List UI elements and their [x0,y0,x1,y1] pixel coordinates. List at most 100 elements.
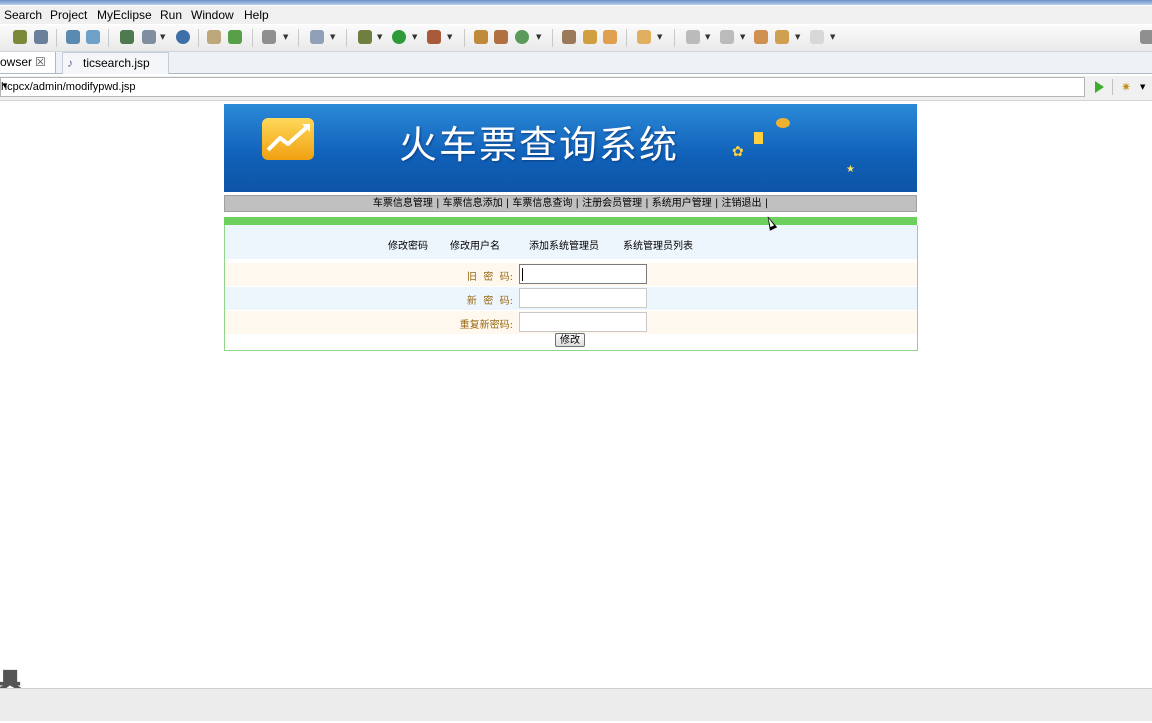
toolbar-separator [626,29,627,47]
back-arrow-icon[interactable] [775,30,789,44]
new-class-icon[interactable] [494,30,508,44]
search-folder-icon[interactable] [637,30,651,44]
tab-label: owser [0,55,33,69]
go-icon[interactable] [1095,81,1104,93]
chart-logo-icon [262,118,314,160]
site-title: 火车票查询系统 [399,123,680,167]
run-icon[interactable] [392,30,406,44]
form-row-old-password: 旧 密 码: [225,263,917,286]
chevron-down-icon[interactable]: ▼ [657,33,662,41]
chevron-down-icon[interactable]: ▼ [1140,83,1145,91]
old-password-field[interactable] [519,264,647,284]
link-modify-username[interactable]: 修改用户名 [450,237,500,252]
main-toolbar: ▼ ▼ ▼ ▼ ▼ ▼ ▼ ▼ ▼ ▼ ▼ ▼ [0,25,1152,52]
chevron-down-icon[interactable]: ▼ [705,33,710,41]
new-server-icon[interactable] [13,30,27,44]
chevron-down-icon[interactable]: ▼ [330,33,335,41]
modify-password-panel: 修改密码 修改用户名 添加系统管理员 系统管理员列表 旧 密 码: 新 密 码:… [224,225,918,351]
toolbar-separator [1112,79,1113,95]
debug-icon[interactable] [358,30,372,44]
modify-button[interactable]: 修改 [555,333,585,347]
chevron-down-icon[interactable]: ▼ [283,33,288,41]
previous-annotation-icon[interactable] [720,30,734,44]
forward-arrow-icon[interactable] [810,30,824,44]
new-file-icon[interactable] [142,30,156,44]
last-edit-icon[interactable] [754,30,768,44]
text-caret [522,268,523,281]
url-input[interactable]: hcpcx/admin/modifypwd.jsp ▼ [0,77,1085,97]
external-tools-icon[interactable] [427,30,441,44]
close-icon[interactable]: ☒ [35,52,46,73]
site-banner: 火车票查询系统 ✿ ★ [224,104,917,192]
menu-project[interactable]: Project [50,8,87,22]
menu-run[interactable]: Run [160,8,182,22]
link-admin-list[interactable]: 系统管理员列表 [623,237,693,252]
new-interface-icon[interactable] [515,30,529,44]
toolbar-separator [252,29,253,47]
toolbar-separator [464,29,465,47]
toolbar-separator [674,29,675,47]
chevron-down-icon[interactable]: ▼ [740,33,745,41]
chevron-down-icon[interactable]: ▼ [412,33,417,41]
tab-ticsearch-jsp[interactable]: ♪ ticsearch.jsp [62,52,169,74]
link-add-admin[interactable]: 添加系统管理员 [529,237,599,252]
settings-icon[interactable]: ✷ [1121,80,1131,94]
chevron-down-icon[interactable]: ▼ [447,33,452,41]
old-password-label: 旧 密 码: [466,272,513,283]
jsp-file-icon: ♪ [67,56,73,70]
form-row-repeat-password: 重复新密码: [225,311,917,334]
link-modify-password[interactable]: 修改密码 [388,237,428,252]
form-row-new-password: 新 密 码: [225,287,917,310]
repeat-password-label: 重复新密码: [459,320,513,331]
toolbar-separator [56,29,57,47]
deploy-icon[interactable] [66,30,80,44]
new-package-icon[interactable] [474,30,488,44]
new-password-field[interactable] [519,288,647,308]
ribbon-icon [754,132,763,144]
clipboard-icon[interactable] [310,30,324,44]
admin-links: 修改密码 修改用户名 添加系统管理员 系统管理员列表 [225,225,917,259]
menu-search[interactable]: Search [4,8,42,22]
menu-help[interactable]: Help [244,8,269,22]
browser-address-bar: hcpcx/admin/modifypwd.jsp ▼ ✷ ▼ [0,76,1152,101]
web-project-icon[interactable] [34,30,48,44]
new-password-label: 新 密 码: [466,296,513,307]
toolbar-separator [346,29,347,47]
site-nav[interactable]: 车票信息管理 | 车票信息添加 | 车票信息查询 | 注册会员管理 | 系统用户… [224,195,917,212]
next-annotation-icon[interactable] [686,30,700,44]
refresh-icon[interactable] [228,30,242,44]
chevron-down-icon[interactable]: ▼ [830,33,835,41]
open-task-icon[interactable] [603,30,617,44]
toolbar-separator [552,29,553,47]
chevron-down-icon[interactable]: ▼ [1,81,1082,90]
badge-icon: ✿ [732,144,744,160]
editor-tab-bar: owser ☒ ♪ ticsearch.jsp [0,52,1152,74]
open-type-icon[interactable] [562,30,576,44]
window-icon[interactable] [262,30,276,44]
menu-window[interactable]: Window [191,8,234,22]
toolbar-separator [108,29,109,47]
status-bar [0,688,1152,721]
open-folder-icon[interactable] [207,30,221,44]
publish-icon[interactable] [86,30,100,44]
coin-icon [776,118,790,128]
tab-label: ticsearch.jsp [83,56,150,70]
menu-bar: Search Project MyEclipse Run Window Help [0,6,1152,24]
toolbar-separator [298,29,299,47]
tab-web-browser[interactable]: owser ☒ [0,52,56,73]
web-page-content: 火车票查询系统 ✿ ★ 车票信息管理 | 车票信息添加 | 车票信息查询 | 注… [0,101,1152,719]
chevron-down-icon[interactable]: ▼ [536,33,541,41]
chevron-down-icon[interactable]: ▼ [160,33,165,41]
server-icon[interactable] [120,30,134,44]
open-perspective-icon[interactable] [1140,30,1152,44]
chevron-down-icon[interactable]: ▼ [795,33,800,41]
menu-myeclipse[interactable]: MyEclipse [97,8,152,22]
browser-globe-icon[interactable] [176,30,190,44]
repeat-password-field[interactable] [519,312,647,332]
chevron-down-icon[interactable]: ▼ [377,33,382,41]
window-title-bar [0,0,1152,5]
star-icon: ★ [846,164,855,175]
toolbar-separator [198,29,199,47]
pencil-icon[interactable] [583,30,597,44]
panel-header-bar [224,217,917,225]
